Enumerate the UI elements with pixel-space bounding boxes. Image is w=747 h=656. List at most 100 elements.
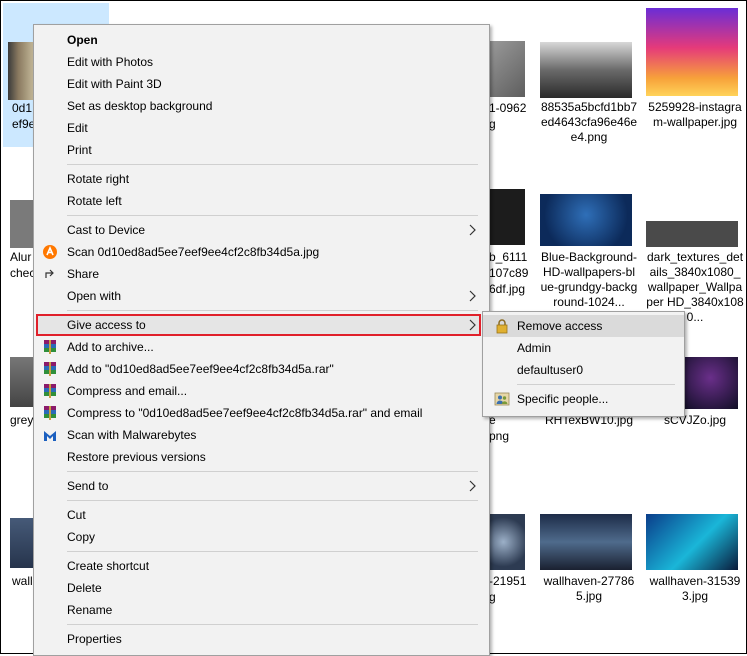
menu-item-label: Give access to — [67, 318, 146, 332]
menu-item-edit[interactable]: Edit — [34, 117, 489, 139]
give-access-submenu: Remove access Admin defaultuser0 Specifi… — [482, 311, 685, 417]
menu-item-create-shortcut[interactable]: Create shortcut — [34, 555, 489, 577]
menu-separator — [67, 551, 478, 552]
menu-separator — [67, 215, 478, 216]
submenu-item-defaultuser0[interactable]: defaultuser0 — [483, 359, 684, 381]
menu-item-cut[interactable]: Cut — [34, 504, 489, 526]
menu-item-rename[interactable]: Rename — [34, 599, 489, 621]
menu-item-print[interactable]: Print — [34, 139, 489, 161]
menu-item-share[interactable]: Share — [34, 263, 489, 285]
menu-item-label: Copy — [67, 530, 96, 544]
menu-item-label: Open with — [67, 289, 122, 303]
menu-item-set-desktop-background[interactable]: Set as desktop background — [34, 95, 489, 117]
selected-file-label-2: ef9e — [12, 117, 36, 131]
submenu-item-label: defaultuser0 — [517, 363, 584, 377]
submenu-item-label: Remove access — [517, 319, 603, 333]
file-label: chec — [10, 266, 36, 280]
file-label: -21951 — [489, 574, 527, 588]
menu-item-cast-to-device[interactable]: Cast to Device — [34, 219, 489, 241]
menu-item-label: Cast to Device — [67, 223, 146, 237]
file-label: grey — [10, 413, 34, 427]
file-label: 107c89 — [489, 266, 529, 280]
menu-separator — [517, 384, 675, 385]
file-thumbnail[interactable] — [489, 41, 525, 97]
chevron-right-icon — [469, 319, 476, 331]
menu-item-restore-previous-versions[interactable]: Restore previous versions — [34, 446, 489, 468]
file-thumbnail[interactable] — [10, 200, 33, 248]
file-thumbnail[interactable] — [489, 189, 525, 245]
menu-item-scan-malwarebytes[interactable]: Scan with Malwarebytes — [34, 424, 489, 446]
menu-item-label: Open — [67, 33, 98, 47]
lock-icon — [496, 319, 508, 334]
share-icon — [45, 269, 54, 278]
chevron-right-icon — [469, 224, 476, 236]
submenu-item-label: Specific people... — [517, 392, 609, 406]
menu-item-compress-and-email[interactable]: Compress and email... — [34, 380, 489, 402]
menu-item-label: Compress to "0d10ed8ad5ee7eef9ee4cf2c8fb… — [67, 406, 423, 420]
file-thumbnail[interactable] — [10, 357, 33, 407]
menu-item-add-to-archive[interactable]: Add to archive... — [34, 336, 489, 358]
file-thumbnail[interactable] — [489, 514, 525, 570]
menu-item-label: Scan 0d10ed8ad5ee7eef9ee4cf2c8fb34d5a.jp… — [67, 245, 320, 259]
submenu-item-admin[interactable]: Admin — [483, 337, 684, 359]
menu-separator — [67, 164, 478, 165]
file-thumbnail — [540, 194, 632, 246]
file-label: 6df.jpg — [489, 282, 526, 296]
menu-separator — [67, 624, 478, 625]
menu-item-compress-to-rar-and-email[interactable]: Compress to "0d10ed8ad5ee7eef9ee4cf2c8fb… — [34, 402, 489, 424]
file-label: Alur — [10, 250, 32, 264]
menu-item-open[interactable]: Open — [34, 29, 489, 51]
file-label: b_6111 — [489, 250, 528, 264]
menu-item-rotate-left[interactable]: Rotate left — [34, 190, 489, 212]
menu-separator — [67, 471, 478, 472]
menu-item-properties[interactable]: Properties — [34, 628, 489, 650]
submenu-item-remove-access[interactable]: Remove access — [483, 315, 684, 337]
file-label: 1-0962 — [489, 101, 527, 115]
menu-item-edit-with-photos[interactable]: Edit with Photos — [34, 51, 489, 73]
winrar-icon — [44, 384, 56, 398]
selected-file-label-1: 0d1 — [12, 101, 33, 115]
menu-item-label: Edit with Paint 3D — [67, 77, 162, 91]
file-label: png — [489, 429, 510, 443]
menu-item-send-to[interactable]: Send to — [34, 475, 489, 497]
submenu-item-specific-people[interactable]: Specific people... — [483, 388, 684, 410]
menu-item-label: Restore previous versions — [67, 450, 206, 464]
menu-separator — [67, 500, 478, 501]
menu-item-scan-avast[interactable]: Scan 0d10ed8ad5ee7eef9ee4cf2c8fb34d5a.jp… — [34, 241, 489, 263]
file-thumbnail — [540, 42, 632, 98]
menu-item-label: Edit — [67, 121, 88, 135]
menu-item-label: Edit with Photos — [67, 55, 154, 69]
menu-item-label: Compress and email... — [67, 384, 188, 398]
menu-separator — [67, 310, 478, 311]
malwarebytes-icon — [44, 431, 56, 441]
menu-item-label: Rotate right — [67, 172, 130, 186]
menu-item-label: Send to — [67, 479, 109, 493]
menu-item-label: Rename — [67, 603, 113, 617]
submenu-item-label: Admin — [517, 341, 552, 355]
file-thumbnail — [646, 221, 738, 247]
context-menu: Open Edit with Photos Edit with Paint 3D… — [33, 24, 490, 656]
winrar-icon — [44, 406, 56, 420]
file-label: wall — [12, 574, 33, 588]
menu-item-copy[interactable]: Copy — [34, 526, 489, 548]
chevron-right-icon — [469, 290, 476, 302]
avast-icon — [43, 245, 57, 259]
menu-item-label: Cut — [67, 508, 86, 522]
menu-item-label: Add to archive... — [67, 340, 154, 354]
menu-item-open-with[interactable]: Open with — [34, 285, 489, 307]
menu-item-edit-with-paint3d[interactable]: Edit with Paint 3D — [34, 73, 489, 95]
file-label: Blue-Background-HD-wallpapers-blue-grund… — [540, 250, 638, 309]
file-label: wallhaven-315393.jpg — [649, 574, 741, 603]
file-thumbnail[interactable] — [10, 518, 33, 568]
file-label: 88535a5bcfd1bb7ed4643cfa96e46ee4.png — [540, 100, 638, 144]
menu-item-label: Properties — [67, 632, 122, 646]
menu-item-add-to-rar[interactable]: Add to "0d10ed8ad5ee7eef9ee4cf2c8fb34d5a… — [34, 358, 489, 380]
file-label: g — [489, 590, 496, 604]
menu-item-give-access-to[interactable]: Give access to — [36, 314, 481, 336]
menu-item-label: Rotate left — [67, 194, 122, 208]
file-label: wallhaven-277865.jpg — [543, 574, 635, 603]
menu-item-rotate-right[interactable]: Rotate right — [34, 168, 489, 190]
menu-item-delete[interactable]: Delete — [34, 577, 489, 599]
menu-item-label: Share — [67, 267, 100, 281]
menu-item-label: Create shortcut — [67, 559, 150, 573]
